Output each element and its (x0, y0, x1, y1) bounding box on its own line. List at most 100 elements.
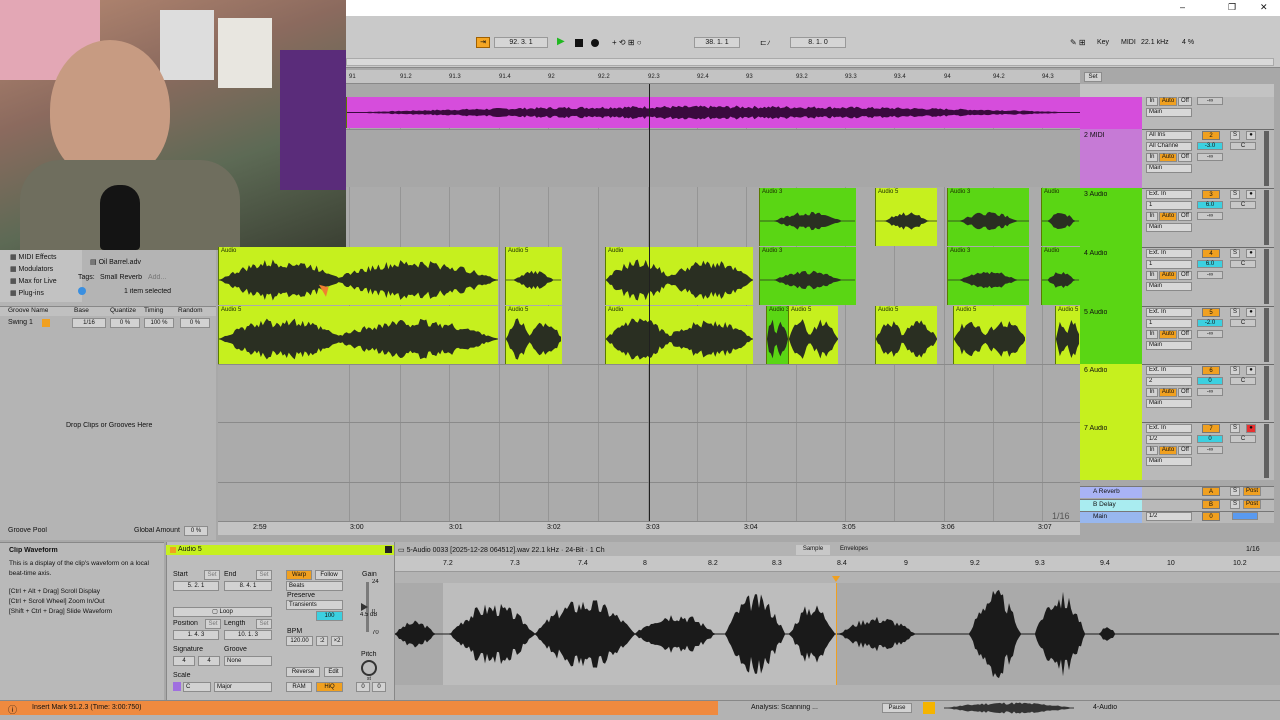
tab-envelopes[interactable]: Envelopes (834, 545, 874, 555)
pan-field[interactable]: C (1230, 377, 1256, 385)
arrangement-clip[interactable]: Audio 5 (1055, 306, 1080, 364)
preserve-select[interactable]: Transients (286, 600, 343, 610)
input-channel-select[interactable]: 1 (1146, 319, 1192, 328)
arm-button[interactable]: ● (1246, 249, 1256, 258)
hiq-button[interactable]: HiQ (316, 682, 343, 692)
main-volume-field[interactable]: 0 (1202, 512, 1220, 521)
monitor-off-button[interactable]: Off (1178, 446, 1192, 455)
groove-select[interactable]: None (224, 656, 272, 666)
pause-button[interactable]: Pause (882, 703, 912, 713)
pan-field[interactable]: C (1230, 319, 1256, 327)
scale-root-select[interactable]: C (183, 682, 211, 692)
monitor-auto-button[interactable]: Auto (1159, 388, 1177, 397)
track-activator[interactable]: 4 (1202, 249, 1220, 258)
draw-mode-icon[interactable]: ✎ ⊞ (1070, 38, 1086, 47)
send-a-field[interactable]: -∞ (1197, 388, 1223, 396)
input-type-select[interactable]: Ext. In (1146, 190, 1192, 199)
groove-random-field[interactable]: 0 % (180, 318, 210, 328)
clip-activator-icon[interactable] (170, 547, 176, 553)
arm-button[interactable]: ● (1246, 131, 1256, 140)
arrangement-clip[interactable]: Audio 3 (759, 188, 856, 246)
clip-name[interactable]: Audio 5 (178, 546, 202, 553)
output-select[interactable]: Main (1146, 282, 1192, 291)
loop-length-display[interactable]: 8. 1. 0 (790, 37, 846, 48)
monitor-auto-button[interactable]: Auto (1159, 97, 1177, 106)
half-tempo-button[interactable]: :2 (316, 636, 328, 646)
arm-button[interactable]: ● (1246, 366, 1256, 375)
monitor-in-button[interactable]: In (1146, 212, 1158, 221)
arm-button[interactable]: ● (1246, 308, 1256, 317)
stop-button[interactable] (575, 39, 583, 47)
pan-field[interactable]: C (1230, 142, 1256, 150)
signature-numerator[interactable]: 4 (173, 656, 195, 666)
arrangement-clip[interactable]: Audio (218, 247, 498, 305)
monitor-auto-button[interactable]: Auto (1159, 446, 1177, 455)
clip-midi-top[interactable] (346, 97, 1080, 128)
send-a-field[interactable]: -∞ (1197, 330, 1223, 338)
track-activator[interactable]: 5 (1202, 308, 1220, 317)
loop-button[interactable]: ▢ Loop (173, 607, 272, 617)
monitor-auto-button[interactable]: Auto (1159, 153, 1177, 162)
solo-button[interactable]: S (1230, 424, 1240, 433)
window-minimize-button[interactable]: – (1180, 2, 1185, 12)
window-maximize-button[interactable]: ❐ (1228, 2, 1236, 13)
loop-start-display[interactable]: 38. 1. 1 (694, 37, 740, 48)
input-type-select[interactable]: All Ins (1146, 131, 1192, 140)
tab-sample[interactable]: Sample (796, 545, 830, 555)
arrangement-clip[interactable]: Audio 3 (766, 306, 788, 364)
monitor-off-button[interactable]: Off (1178, 330, 1192, 339)
solo-button[interactable]: S (1230, 500, 1240, 509)
monitor-auto-button[interactable]: Auto (1159, 212, 1177, 221)
overview-strip[interactable] (346, 58, 1274, 66)
monitor-in-button[interactable]: In (1146, 330, 1158, 339)
length-set-button[interactable]: Set (256, 619, 272, 629)
arrangement-clip[interactable]: Audio (605, 306, 753, 364)
monitor-off-button[interactable]: Off (1178, 97, 1192, 106)
warp-marker-icon[interactable] (832, 576, 840, 582)
key-map-button[interactable]: Key (1097, 39, 1109, 46)
input-channel-select[interactable]: 1 (1146, 260, 1192, 269)
input-type-select[interactable]: Ext. In (1146, 366, 1192, 375)
groove-timing-field[interactable]: 100 % (144, 318, 174, 328)
track-activator[interactable]: 7 (1202, 424, 1220, 433)
monitor-in-button[interactable]: In (1146, 97, 1158, 106)
input-type-select[interactable]: Ext. In (1146, 308, 1192, 317)
return-track-name[interactable]: B Delay (1093, 501, 1116, 508)
volume-field[interactable]: 0 (1197, 377, 1223, 385)
track-activator[interactable]: 2 (1202, 131, 1220, 140)
input-channel-select[interactable]: All Channe (1146, 142, 1192, 151)
browser-category-item[interactable]: ▦ MIDI Effects (10, 253, 57, 261)
monitor-in-button[interactable]: In (1146, 271, 1158, 280)
browser-category-item[interactable]: ▦ Max for Live (10, 277, 57, 285)
track-name[interactable]: 4 Audio (1084, 250, 1107, 257)
send-a-field[interactable]: -∞ (1197, 153, 1223, 161)
main-level-field[interactable] (1232, 512, 1258, 520)
post-button[interactable]: Post (1243, 500, 1261, 509)
return-track-header[interactable] (1080, 511, 1142, 523)
pitch-knob[interactable] (361, 660, 377, 676)
return-track-name[interactable]: Main (1093, 513, 1107, 520)
groove-quantize-field[interactable]: 0 % (110, 318, 140, 328)
midi-map-button[interactable]: MIDI (1121, 39, 1136, 46)
track-name[interactable]: 5 Audio (1084, 309, 1107, 316)
pitch-cents-field[interactable]: 0 (372, 682, 386, 692)
input-channel-select[interactable]: 1/2 (1146, 435, 1192, 444)
arrangement-clip[interactable]: Audio 5 (505, 306, 562, 364)
solo-button[interactable]: S (1230, 131, 1240, 140)
send-a-field[interactable]: -∞ (1197, 271, 1223, 279)
track-name[interactable]: 6 Audio (1084, 367, 1107, 374)
volume-field[interactable]: 6.0 (1197, 201, 1223, 209)
end-field[interactable]: 8. 4. 1 (224, 581, 272, 591)
tag-chip[interactable]: Small Reverb (100, 274, 142, 281)
set-locator-button[interactable]: Set (1084, 72, 1102, 82)
return-track-name[interactable]: A Reverb (1093, 488, 1120, 495)
solo-button[interactable]: S (1230, 487, 1240, 496)
solo-button[interactable]: S (1230, 249, 1240, 258)
input-type-select[interactable]: Ext. In (1146, 249, 1192, 258)
warp-mode-select[interactable]: Beats (286, 581, 343, 591)
window-close-button[interactable]: ✕ (1260, 2, 1268, 13)
end-set-button[interactable]: Set (256, 570, 272, 580)
follow-toggle[interactable]: Follow (315, 570, 343, 580)
track-activator[interactable]: 3 (1202, 190, 1220, 199)
solo-button[interactable]: S (1230, 366, 1240, 375)
